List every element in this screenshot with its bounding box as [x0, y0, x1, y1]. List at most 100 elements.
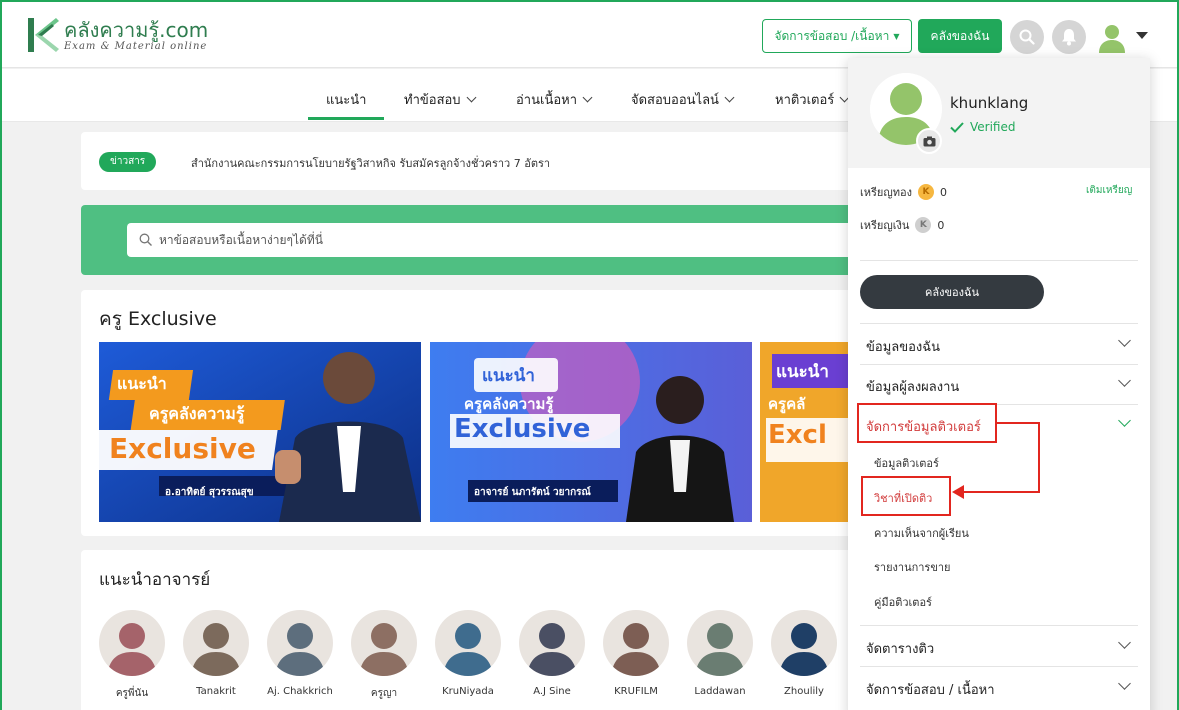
profile-header: khunklang Verified [848, 58, 1150, 168]
chevron-down-icon [1118, 374, 1131, 387]
teacher-avatar [687, 610, 753, 676]
my-library-button[interactable]: คลังของฉัน [918, 19, 1002, 53]
gold-coin-value: 0 [939, 185, 947, 199]
news-bar: ข่าวสาร สำนักงานคณะกรรมการนโยบายรัฐวิสาห… [81, 132, 861, 190]
annotation-arrow-segment [997, 422, 1039, 424]
teacher-name: Laddawan [694, 686, 746, 697]
submenu-learner-reviews[interactable]: ความเห็นจากผู้เรียน [874, 524, 969, 542]
chevron-down-icon [1118, 677, 1131, 690]
camera-icon [923, 136, 935, 146]
submenu-sales-report[interactable]: รายงานการขาย [874, 558, 950, 576]
accordion-contributor-info[interactable]: ข้อมูลผู้ลงผลงาน [848, 364, 1150, 404]
news-headline[interactable]: สำนักงานคณะกรรมการนโยบายรัฐวิสาหกิจ รับส… [191, 154, 550, 172]
chevron-down-icon [582, 92, 593, 103]
banner-3-headline-1: แนะนำ [776, 362, 829, 382]
teacher-name: KRUFILM [614, 686, 658, 697]
logo-k-icon [26, 16, 60, 54]
manage-content-button[interactable]: จัดการข้อสอบ /เนื้อหา ▼ [762, 19, 912, 53]
nav-online-exam[interactable]: จัดสอบออนไลน์ [631, 89, 735, 110]
banner-1-headline-1: แนะนำ [117, 374, 167, 393]
banner-3-headline-2: ครูคลั [768, 395, 806, 413]
news-badge: ข่าวสาร [99, 152, 157, 172]
teacher-card[interactable]: KruNiyada [433, 610, 503, 697]
teacher-card[interactable]: KRUFILM [601, 610, 671, 697]
user-menu-caret-icon[interactable] [1136, 32, 1148, 39]
teacher-card[interactable]: ครูญา [349, 610, 419, 701]
teacher-avatar [183, 610, 249, 676]
banner-2-headline-3: Exclusive [454, 414, 591, 444]
teacher-card[interactable]: A.J Sine [517, 610, 587, 697]
highlight-box-manage-tutor [857, 403, 997, 443]
teacher-name: ครูญา [370, 688, 398, 699]
teacher-card[interactable]: Tanakrit [181, 610, 251, 697]
silver-coin-icon: K [915, 217, 932, 233]
user-avatar[interactable] [1096, 22, 1128, 54]
teacher-avatar [435, 610, 501, 676]
teacher-card[interactable]: Zhoulily [769, 610, 839, 697]
banner-2-caption: อาจารย์ นภารัตน์ วยากรณ์ [474, 487, 591, 498]
teachers-title: แนะนำอาจารย์ [99, 570, 211, 590]
search-band: หาข้อสอบหรือเนื้อหาง่ายๆได้ที่นี่ [81, 205, 887, 275]
site-logo[interactable]: คลังความรู้.com Exam & Material online [26, 16, 208, 54]
caret-down-icon: ▼ [893, 31, 900, 41]
chevron-down-icon [1118, 334, 1131, 347]
accordion-manage-content[interactable]: จัดการข้อสอบ / เนื้อหา [848, 667, 1150, 707]
silver-coin-row: เหรียญเงิน K 0 [860, 217, 945, 233]
chevron-down-icon [466, 92, 477, 103]
search-icon [139, 233, 152, 246]
manage-content-label: จัดการข้อสอบ /เนื้อหา [774, 28, 890, 43]
accordion-schedule[interactable]: จัดตารางติว [848, 626, 1150, 666]
annotation-arrowhead-icon [952, 485, 964, 499]
teacher-name: Zhoulily [784, 686, 824, 697]
exclusive-banner-1[interactable]: แนะนำ ครูคลังความรู้ Exclusive อ.อาทิตย์… [99, 342, 421, 522]
verified-status: Verified [950, 120, 1016, 134]
chevron-down-icon [1118, 636, 1131, 649]
notification-button[interactable] [1052, 20, 1086, 54]
chevron-down-icon [1118, 414, 1131, 427]
search-placeholder: หาข้อสอบหรือเนื้อหาง่ายๆได้ที่นี่ [159, 232, 323, 247]
gold-coin-row: เหรียญทอง K 0 [860, 184, 947, 200]
exclusive-banner-2[interactable]: แนะนำ ครูคลังความรู้ Exclusive อาจารย์ น… [430, 342, 752, 522]
logo-name: คลังความรู้.com [64, 17, 209, 42]
teacher-card[interactable]: Aj. Chakkrich [265, 610, 335, 697]
exclusive-title: ครู Exclusive [99, 308, 217, 330]
teacher-avatar [603, 610, 669, 676]
teachers-section: แนะนำอาจารย์ ครูพี่นัน Tanakrit Aj. Chakkr… [81, 550, 861, 710]
chevron-down-icon [724, 92, 735, 103]
highlight-box-open-subjects [861, 476, 951, 516]
nav-take-exam[interactable]: ทำข้อสอบ [404, 89, 477, 110]
teacher-name: KruNiyada [442, 686, 494, 697]
bell-icon [1062, 29, 1076, 46]
check-icon [950, 121, 964, 133]
search-button[interactable] [1010, 20, 1044, 54]
banner-1-caption: อ.อาทิตย์ สุวรรณสุข [165, 487, 254, 498]
divider [860, 260, 1138, 261]
teacher-card[interactable]: ครูพี่นัน [97, 610, 167, 701]
panel-my-library-button[interactable]: คลังของฉัน [860, 275, 1044, 309]
banner-3-headline-3: Excl [768, 420, 827, 450]
submenu-tutor-guide[interactable]: คู่มือติวเตอร์ [874, 593, 932, 611]
teacher-avatar [351, 610, 417, 676]
change-photo-button[interactable] [916, 128, 942, 154]
app-frame: คลังความรู้.com Exam & Material online จ… [0, 0, 1179, 710]
accordion-my-info[interactable]: ข้อมูลของฉัน [848, 324, 1150, 364]
teacher-avatar [99, 610, 165, 676]
teacher-name: A.J Sine [533, 686, 571, 697]
search-input[interactable]: หาข้อสอบหรือเนื้อหาง่ายๆได้ที่นี่ [127, 223, 887, 257]
topup-link[interactable]: เติมเหรียญ [1086, 183, 1132, 198]
nav-find-tutor[interactable]: หาติวเตอร์ [775, 89, 850, 110]
banner-2-headline-1: แนะนำ [482, 366, 535, 386]
search-icon [1019, 29, 1035, 45]
submenu-tutor-info[interactable]: ข้อมูลติวเตอร์ [874, 454, 939, 472]
banner-2-headline-2: ครูคลังความรู้ [464, 395, 554, 413]
teacher-card[interactable]: Laddawan [685, 610, 755, 697]
logo-tagline: Exam & Material online [64, 40, 208, 52]
nav-read-content[interactable]: อ่านเนื้อหา [516, 89, 593, 110]
teacher-name: ครูพี่นัน [115, 688, 149, 699]
banner-1-headline-3: Exclusive [109, 432, 256, 465]
exclusive-banner-3[interactable]: แนะนำ ครูคลั Excl [760, 342, 861, 522]
nav-recommend[interactable]: แนะนำ [307, 89, 386, 120]
annotation-arrow-segment [962, 491, 1039, 493]
profile-username: khunklang [950, 94, 1029, 112]
user-dropdown-panel: khunklang Verified เหรียญทอง K 0 เติมเหร… [848, 58, 1150, 710]
